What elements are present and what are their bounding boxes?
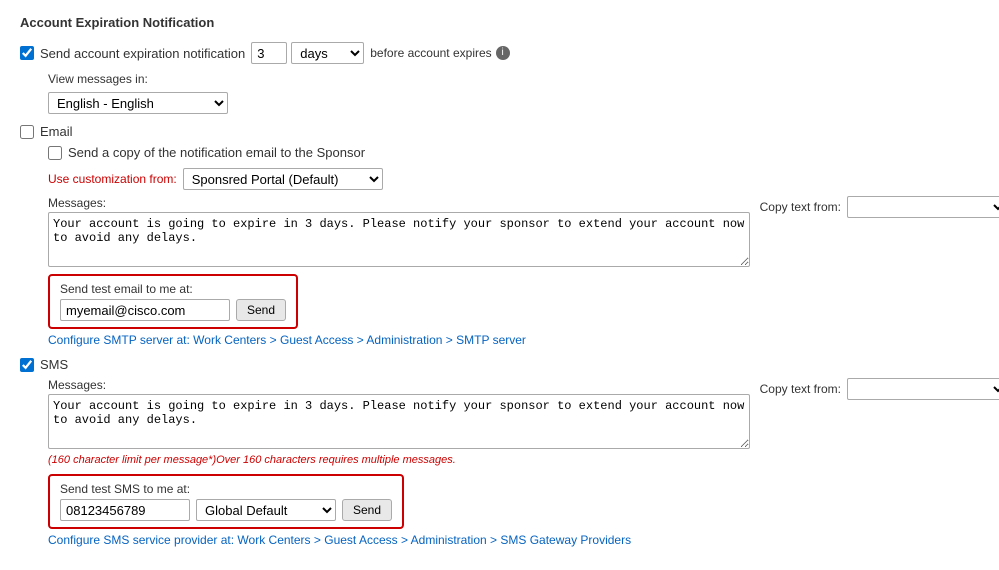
sponsor-copy-checkbox[interactable] [48, 146, 62, 160]
days-unit-select[interactable]: days weeks months [291, 42, 364, 64]
configure-sms-prefix: Configure SMS service provider at: [48, 533, 237, 547]
view-messages-label: View messages in: [48, 72, 148, 86]
test-sms-box: Send test SMS to me at: Global Default C… [48, 474, 404, 529]
language-select[interactable]: English - English Spanish - Español Fren… [48, 92, 228, 114]
sms-work-centers-link[interactable]: Work Centers [237, 533, 310, 547]
sms-messages-textarea[interactable] [48, 394, 750, 449]
sms-messages-label: Messages: [48, 378, 750, 392]
sms-guest-access-link[interactable]: Guest Access [324, 533, 397, 547]
use-customization-row: Use customization from: Sponsred Portal … [48, 168, 979, 190]
send-notification-label: Send account expiration notification [40, 46, 245, 61]
email-messages-label: Messages: [48, 196, 750, 210]
test-sms-label: Send test SMS to me at: [60, 482, 392, 496]
sms-gateway-providers-link[interactable]: SMS Gateway Providers [500, 533, 631, 547]
sms-administration-link[interactable]: Administration [411, 533, 487, 547]
view-messages-row: View messages in: [48, 72, 979, 86]
sms-character-note: (160 character limit per message*)Over 1… [48, 454, 979, 466]
test-email-label: Send test email to me at: [60, 282, 286, 296]
sms-checkbox[interactable] [20, 358, 34, 372]
send-email-button[interactable]: Send [236, 299, 286, 321]
customization-portal-select[interactable]: Sponsred Portal (Default) Custom Portal [183, 168, 383, 190]
send-sms-button[interactable]: Send [342, 499, 392, 521]
sponsor-copy-label: Send a copy of the notification email to… [68, 145, 365, 160]
info-icon[interactable]: i [496, 46, 510, 60]
sms-messages-row: Messages: Copy text from: [48, 378, 999, 452]
test-email-box: Send test email to me at: Send [48, 274, 298, 329]
email-messages-textarea[interactable] [48, 212, 750, 267]
use-customization-label: Use customization from: [48, 172, 177, 186]
configure-smtp-text: Configure SMTP server at: Work Centers >… [48, 333, 979, 347]
administration-link[interactable]: Administration [366, 333, 442, 347]
guest-access-link[interactable]: Guest Access [280, 333, 353, 347]
test-email-input-row: Send [60, 299, 286, 321]
test-sms-input-row: Global Default Custom Gateway Send [60, 499, 392, 521]
smtp-server-link[interactable]: SMTP server [456, 333, 526, 347]
send-notification-checkbox[interactable] [20, 46, 34, 60]
before-label: before account expires [370, 46, 491, 60]
sms-gateway-select[interactable]: Global Default Custom Gateway [196, 499, 336, 521]
email-label: Email [40, 124, 73, 139]
email-copy-text-select[interactable] [847, 196, 999, 218]
days-input[interactable] [251, 42, 287, 64]
email-checkbox[interactable] [20, 125, 34, 139]
test-sms-input[interactable] [60, 499, 190, 521]
test-email-input[interactable] [60, 299, 230, 321]
email-copy-text-label: Copy text from: [760, 200, 841, 214]
sms-copy-text-select[interactable] [847, 378, 999, 400]
work-centers-link[interactable]: Work Centers [193, 333, 266, 347]
section-title: Account Expiration Notification [20, 15, 979, 30]
email-messages-row: Messages: Copy text from: [48, 196, 999, 270]
configure-smtp-prefix: Configure SMTP server at: [48, 333, 193, 347]
sms-label: SMS [40, 357, 68, 372]
sms-copy-text-label: Copy text from: [760, 382, 841, 396]
configure-sms-text: Configure SMS service provider at: Work … [48, 533, 979, 547]
